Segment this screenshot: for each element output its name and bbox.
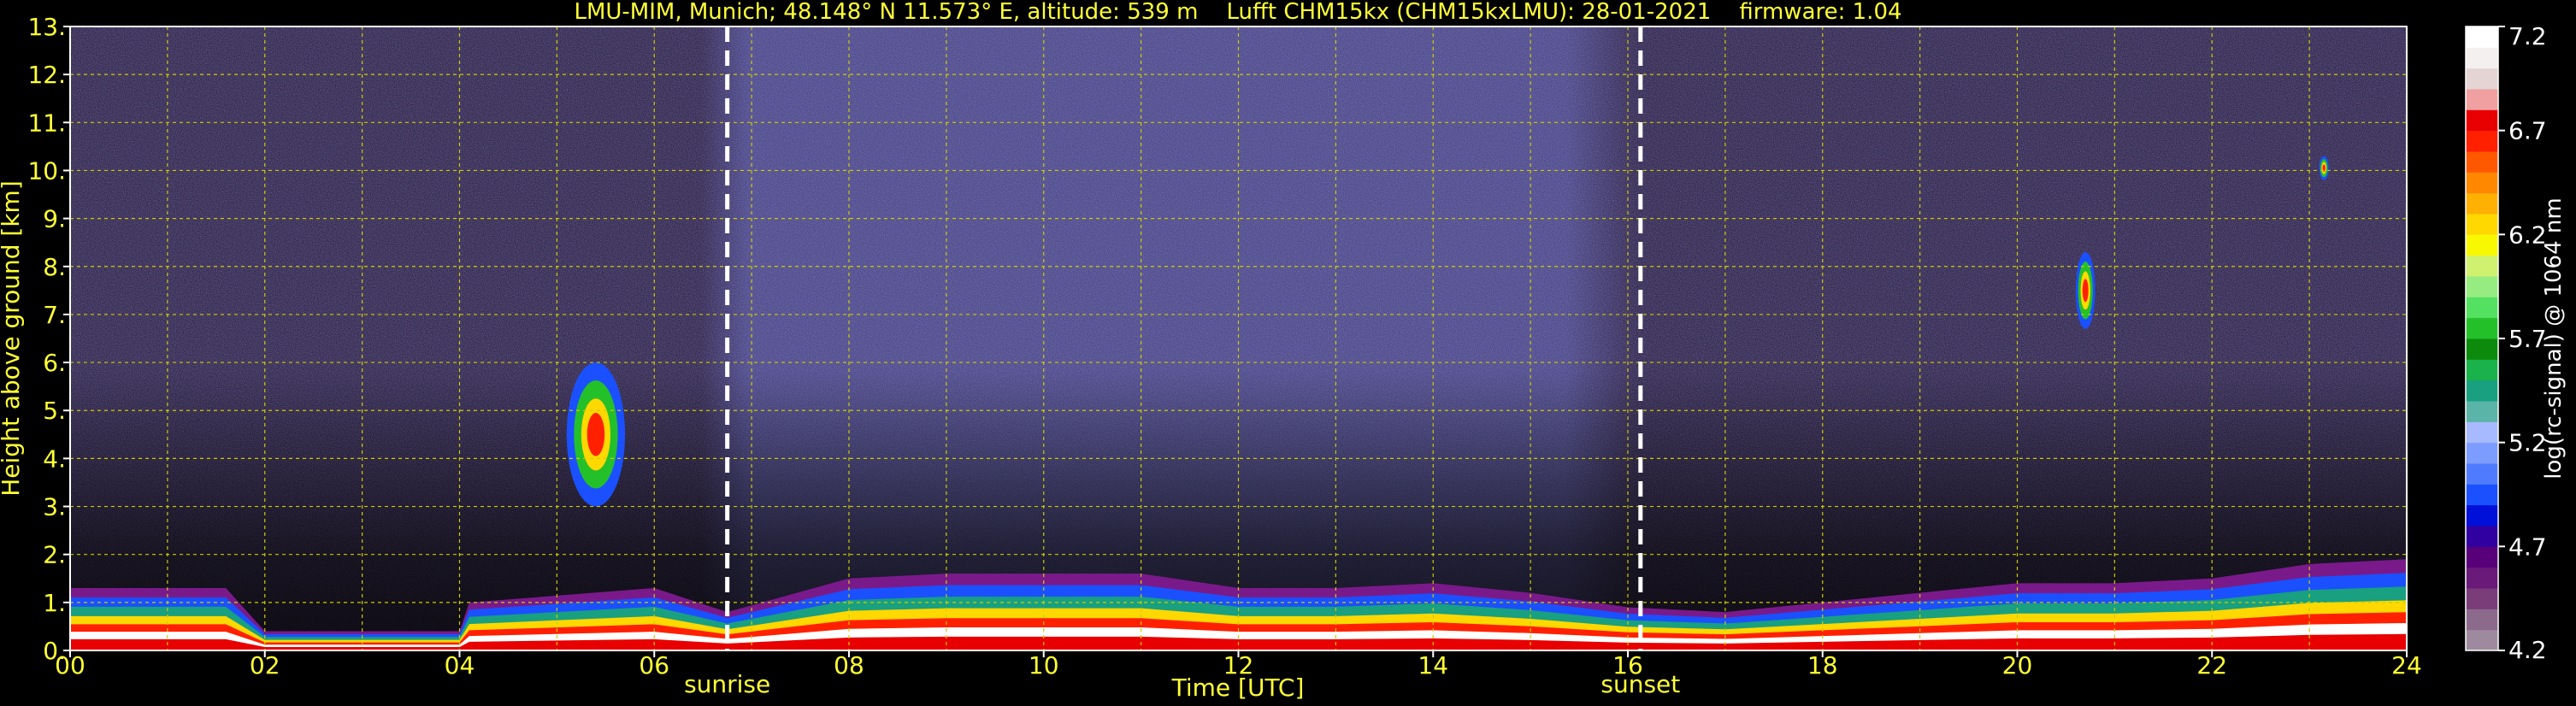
- colorbar-swatch: [2466, 255, 2498, 277]
- y-tick-label: 0.: [43, 637, 66, 665]
- x-tick-label: 24: [2391, 651, 2422, 680]
- colorbar-swatch: [2466, 89, 2498, 110]
- x-axis-label: Time [UTC]: [1171, 674, 1305, 702]
- marker-label-sunrise: sunrise: [684, 670, 770, 698]
- y-tick-label: 9.: [43, 205, 66, 233]
- x-tick-label: 08: [834, 651, 864, 680]
- y-tick-label: 8.: [43, 253, 66, 281]
- x-tick-label: 18: [1807, 651, 1838, 680]
- colorbar-swatch: [2466, 379, 2498, 402]
- y-tick-label: 5.: [43, 397, 66, 425]
- colorbar-swatch: [2466, 276, 2498, 297]
- ceilometer-figure: LMU-MIM, Munich; 48.148° N 11.573° E, al…: [0, 0, 2576, 706]
- colorbar-swatch: [2466, 47, 2498, 69]
- colorbar-swatch: [2466, 317, 2498, 339]
- colorbar-swatch: [2466, 629, 2498, 651]
- colorbar-tick-label: 4.7: [2508, 532, 2547, 561]
- colorbar-swatch: [2466, 109, 2498, 132]
- colorbar-swatch: [2466, 214, 2498, 235]
- x-tick-label: 02: [250, 651, 280, 680]
- colorbar-swatch: [2466, 526, 2498, 547]
- y-tick-label: 6.: [43, 349, 66, 377]
- colorbar-swatch: [2466, 546, 2498, 568]
- y-axis-label: Height above ground [km]: [0, 180, 25, 497]
- colorbar-swatch: [2466, 359, 2498, 381]
- colorbar-swatch: [2466, 68, 2498, 90]
- colorbar-swatch: [2466, 463, 2498, 485]
- colorbar-swatch: [2466, 192, 2498, 215]
- y-tick-label: 10.: [27, 156, 66, 185]
- marker-label-sunset: sunset: [1600, 670, 1680, 698]
- colorbar-tick-label: 7.2: [2508, 22, 2547, 50]
- colorbar: [2465, 26, 2499, 651]
- y-tick-label: 12.: [27, 61, 66, 89]
- y-tick-label: 3.: [43, 493, 66, 521]
- colorbar-swatch: [2466, 401, 2498, 422]
- colorbar-swatch: [2466, 338, 2498, 360]
- chart-title: LMU-MIM, Munich; 48.148° N 11.573° E, al…: [574, 0, 1901, 25]
- colorbar-swatch: [2466, 130, 2498, 152]
- y-tick-label: 1.: [43, 589, 66, 617]
- colorbar-label: log(rc-signal) @ 1064 nm: [2541, 197, 2567, 479]
- x-tick-label: 06: [639, 651, 669, 680]
- heatmap-plot-area: [70, 26, 2407, 650]
- x-tick-label: 22: [2196, 651, 2227, 680]
- colorbar-swatch: [2466, 588, 2498, 609]
- colorbar-swatch: [2466, 421, 2498, 444]
- colorbar-swatch: [2466, 172, 2498, 194]
- colorbar-swatch: [2466, 297, 2498, 319]
- x-tick-label: 14: [1418, 651, 1448, 680]
- colorbar-swatch: [2466, 26, 2498, 48]
- cloud-signal: [587, 413, 605, 456]
- colorbar-swatch: [2466, 484, 2498, 506]
- y-tick-label: 2.: [43, 541, 66, 569]
- cloud-signal: [2082, 279, 2089, 303]
- y-tick-label: 4.: [43, 444, 66, 473]
- colorbar-swatch: [2466, 609, 2498, 631]
- colorbar-tick-label: 6.7: [2508, 117, 2547, 145]
- x-tick-label: 20: [2002, 651, 2033, 680]
- x-tick-label: 04: [445, 651, 475, 680]
- colorbar-swatch: [2466, 442, 2498, 464]
- colorbar-swatch: [2466, 504, 2498, 527]
- y-tick-label: 7.: [43, 301, 66, 329]
- y-tick-label: 11.: [27, 109, 66, 137]
- y-tick-label: 13.: [27, 13, 66, 41]
- colorbar-swatch: [2466, 234, 2498, 256]
- colorbar-swatch: [2466, 151, 2498, 173]
- colorbar-swatch: [2466, 567, 2498, 589]
- colorbar-tick-label: 4.2: [2508, 636, 2547, 664]
- noise-fade: [70, 26, 2407, 650]
- x-tick-label: 10: [1029, 651, 1059, 680]
